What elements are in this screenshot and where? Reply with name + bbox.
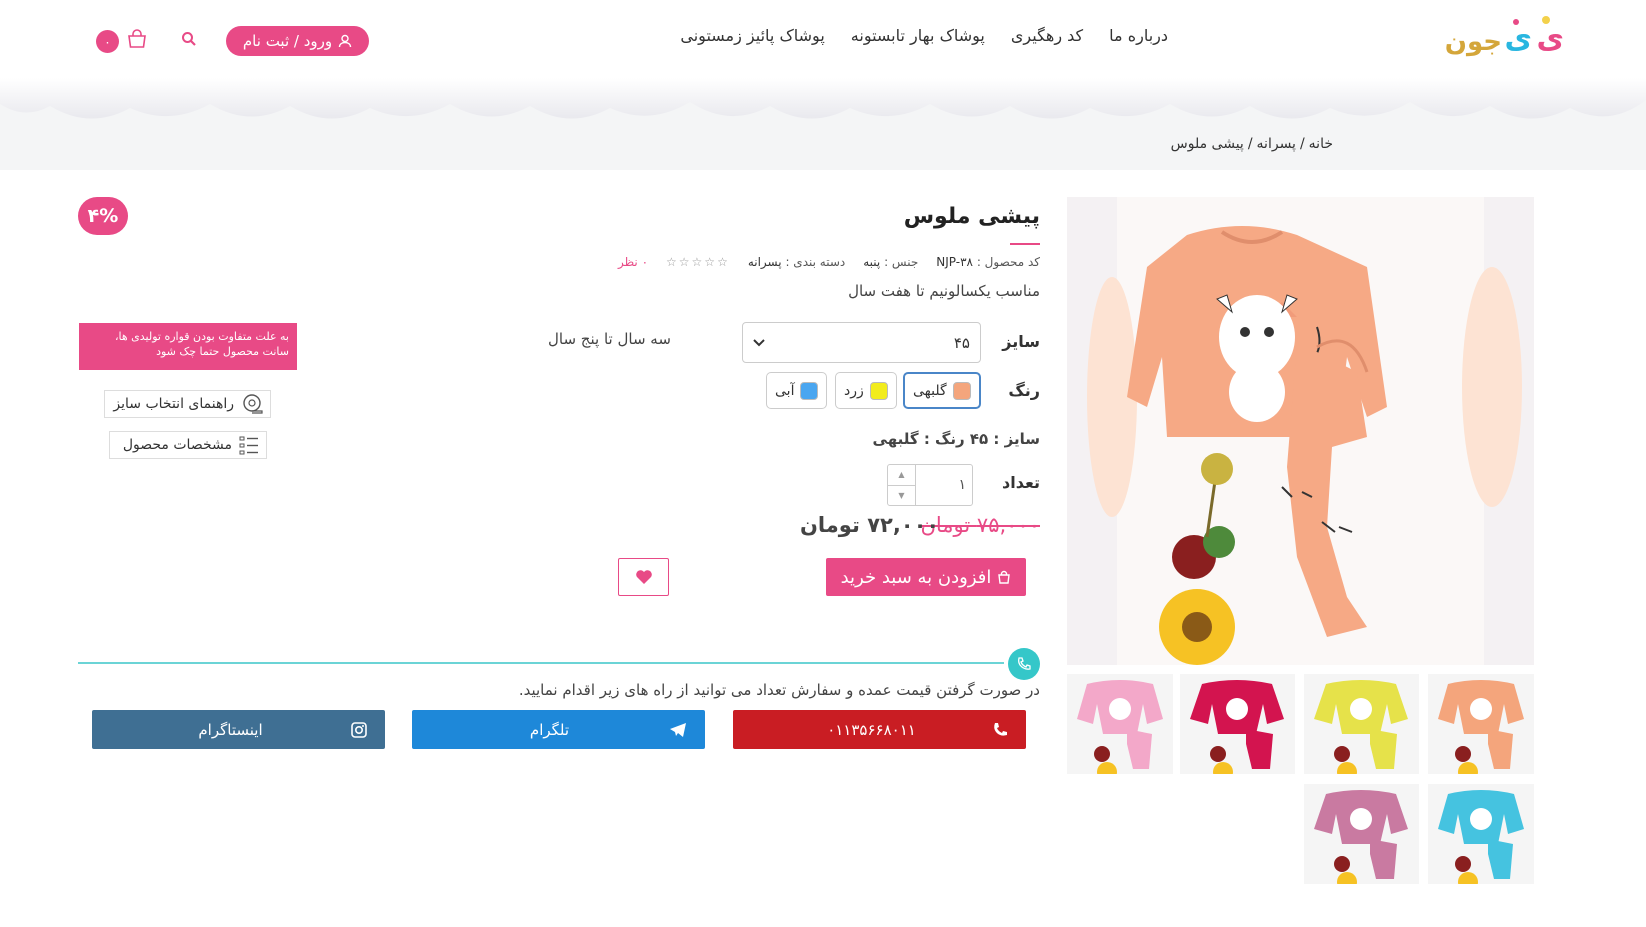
login-register-button[interactable]: ورود / ثبت نام (226, 26, 369, 56)
phone-circle-icon (1008, 648, 1040, 680)
discount-badge: ۴% (78, 197, 128, 235)
chevron-up-icon[interactable]: ▲ (888, 465, 915, 486)
size-guide-button[interactable]: راهنمای انتخاب سایز (104, 390, 271, 418)
title-underline (1010, 243, 1040, 245)
thumbnail-mauve[interactable] (1304, 784, 1419, 884)
product-specs-button[interactable]: مشخصات محصول (109, 431, 267, 459)
product-specs-label: مشخصات محصول (122, 437, 232, 453)
instagram-button[interactable]: اینستاگرام (92, 710, 385, 749)
cloud-decoration (0, 78, 1646, 130)
product-material: جنس : پنبه (863, 255, 919, 269)
size-select[interactable]: ۴۵ (742, 322, 981, 363)
chevron-down-icon (753, 338, 765, 346)
nav-item-about[interactable]: درباره ما (1109, 26, 1168, 52)
svg-text:ی: ی (1505, 21, 1533, 56)
breadcrumb-current: پیشی ملوس (1170, 136, 1244, 152)
color-option-yellow[interactable]: زرد (835, 372, 897, 409)
add-to-cart-label: افزودن به سبد خرید (840, 566, 992, 588)
main-nav: پوشاک پائیز زمستونی پوشاک بهار تابستونه … (680, 26, 1168, 52)
color-chip (800, 381, 819, 400)
size-guide-label: راهنمای انتخاب سایز (113, 396, 234, 412)
sale-price: ۷۲,۰۰۰ تومان (800, 513, 940, 537)
instagram-icon (351, 721, 367, 738)
review-count[interactable]: ۰ نظر (618, 255, 648, 269)
color-name: آبی (775, 382, 795, 399)
cart-count-badge: ۰ (96, 30, 119, 53)
svg-text:جون: جون (1445, 27, 1502, 57)
instagram-label: اینستاگرام (198, 720, 263, 739)
quantity-label: تعداد (1002, 473, 1040, 492)
rating-stars[interactable]: ☆☆☆☆☆ (666, 255, 730, 269)
quantity-spinner: ▲ ▼ (888, 465, 916, 505)
chevron-down-icon[interactable]: ▼ (888, 486, 915, 506)
color-chip (952, 381, 971, 400)
color-option-blue[interactable]: آبی (766, 372, 828, 409)
size-selected-value: ۴۵ (953, 333, 970, 352)
breadcrumb-home[interactable]: خانه (1309, 136, 1333, 152)
thumbnail-pink[interactable] (1067, 674, 1173, 774)
phone-number: ۰۱۱۳۵۶۶۸۰۱۱ (827, 720, 916, 739)
bag-icon (998, 570, 1011, 584)
list-icon (239, 436, 258, 455)
quantity-input[interactable]: ۱ (916, 465, 972, 505)
color-chip (869, 381, 888, 400)
nav-item-autumn-winter[interactable]: پوشاک پائیز زمستونی (680, 26, 824, 52)
breadcrumb-bar (0, 125, 1646, 170)
telegram-icon (670, 722, 686, 737)
nav-item-spring-summer[interactable]: پوشاک بهار تابستونه (851, 26, 985, 52)
cart-icon[interactable] (126, 28, 148, 50)
product-code: کد محصول : NJP-۳۸ (936, 255, 1040, 269)
login-label: ورود / ثبت نام (242, 32, 333, 50)
add-to-cart-button[interactable]: افزودن به سبد خرید (826, 558, 1026, 596)
product-meta: کد محصول : NJP-۳۸ جنس : پنبه دسته بندی :… (618, 255, 1040, 269)
breadcrumb-separator: / (1247, 136, 1253, 152)
site-logo[interactable]: ی ی جون (1440, 10, 1565, 60)
size-notice: به علت متفاوت بودن قواره تولیدی ها، سانت… (79, 323, 297, 370)
telegram-button[interactable]: تلگرام (412, 710, 705, 749)
breadcrumb: خانه / پسرانه / پیشی ملوس (1171, 136, 1333, 152)
user-icon (338, 34, 352, 48)
size-age-hint: سه سال تا پنج سال (548, 330, 671, 348)
color-label: رنگ (1008, 381, 1040, 400)
color-name: زرد (844, 382, 864, 399)
nav-item-tracking[interactable]: کد رهگیری (1011, 26, 1083, 52)
heart-icon (635, 570, 652, 584)
product-main-image[interactable] (1067, 197, 1534, 665)
color-option-peach[interactable]: گلبهی (903, 372, 981, 409)
tape-measure-icon (243, 394, 263, 414)
telegram-label: تلگرام (529, 720, 570, 739)
breadcrumb-category[interactable]: پسرانه (1257, 136, 1296, 152)
svg-text:ی: ی (1537, 21, 1565, 56)
thumbnail-cyan[interactable] (1428, 784, 1534, 884)
wholesale-text: در صورت گرفتن قیمت عمده و سفارش تعداد می… (518, 681, 1040, 699)
section-divider (78, 662, 1004, 664)
wishlist-button[interactable] (618, 558, 669, 596)
phone-button[interactable]: ۰۱۱۳۵۶۶۸۰۱۱ (733, 710, 1026, 749)
color-name: گلبهی (913, 382, 947, 399)
selection-summary: سایز : ۴۵ رنگ : گلبهی (872, 430, 1040, 448)
thumbnail-peach[interactable] (1428, 674, 1534, 774)
size-label: سایز (1002, 332, 1040, 351)
product-category: دسته بندی : پسرانه (747, 255, 846, 269)
product-title: پیشی ملوس (903, 204, 1040, 229)
phone-icon (994, 722, 1007, 736)
product-age-range: مناسب یکسالونیم تا هفت سال (848, 282, 1040, 300)
breadcrumb-separator: / (1299, 136, 1305, 152)
quantity-stepper[interactable]: ▲ ▼ ۱ (887, 464, 973, 506)
thumbnail-yellow[interactable] (1304, 674, 1419, 774)
thumbnail-red[interactable] (1180, 674, 1295, 774)
search-icon[interactable] (180, 30, 198, 48)
